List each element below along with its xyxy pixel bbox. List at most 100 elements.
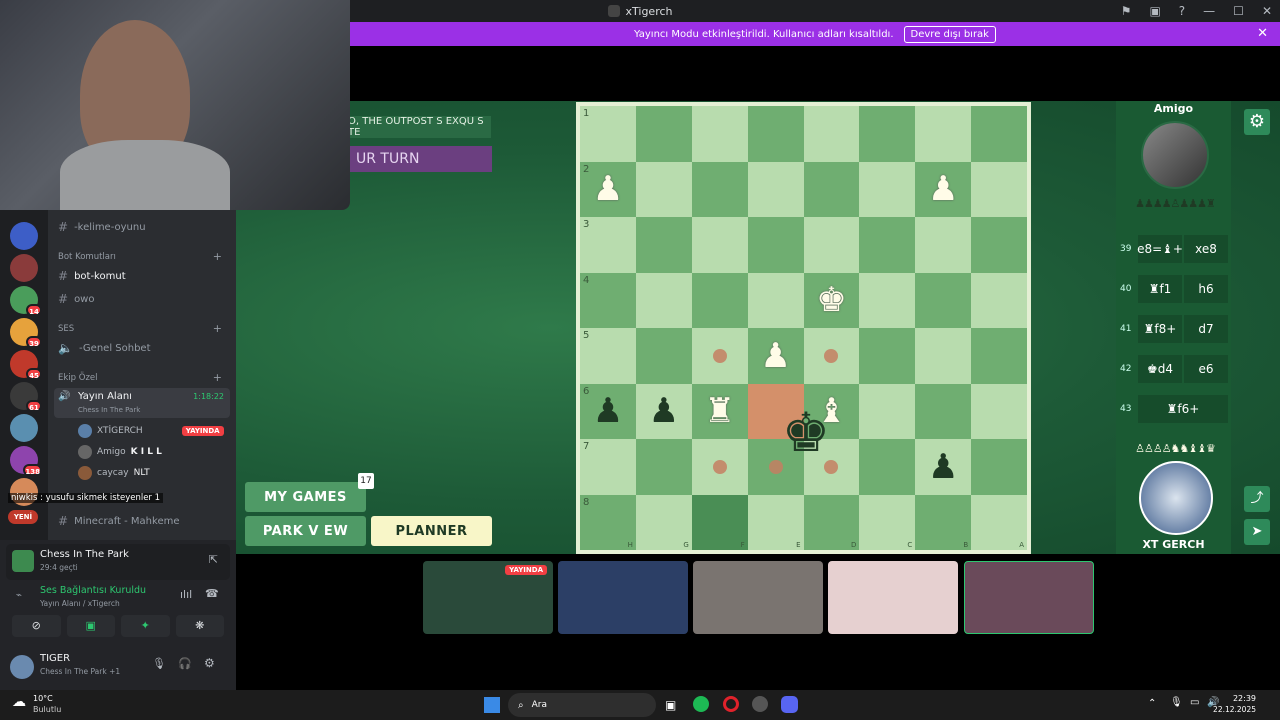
board-square[interactable] bbox=[859, 439, 916, 495]
board-square[interactable]: 6 ♟ bbox=[580, 383, 636, 439]
maximize-button[interactable]: ☐ bbox=[1233, 4, 1244, 18]
board-square[interactable]: ♜ bbox=[691, 383, 748, 439]
dragged-king-piece[interactable]: ♚ bbox=[776, 398, 836, 468]
board-square[interactable] bbox=[915, 328, 972, 384]
board-square[interactable] bbox=[635, 328, 692, 384]
board-square[interactable] bbox=[747, 106, 804, 162]
move-hint-dot[interactable] bbox=[712, 459, 727, 474]
server-icon[interactable]: 138 bbox=[10, 446, 42, 476]
board-square[interactable] bbox=[859, 106, 916, 162]
weather-icon[interactable]: ☁ bbox=[12, 694, 26, 710]
board-square[interactable] bbox=[971, 106, 1027, 162]
board-square[interactable] bbox=[971, 161, 1027, 217]
server-icon[interactable]: 39 bbox=[10, 318, 42, 348]
settings-gear-icon[interactable]: ⚙ bbox=[1244, 109, 1270, 135]
stream-tile[interactable] bbox=[693, 561, 823, 634]
spotify-icon[interactable] bbox=[693, 696, 709, 712]
planner-button[interactable]: PLANNER bbox=[371, 516, 492, 546]
channel-owo[interactable]: # owo bbox=[58, 292, 94, 306]
board-square[interactable]: 2 ♟ bbox=[580, 161, 636, 218]
flag-icon[interactable]: ⚑ bbox=[1121, 4, 1132, 18]
board-square[interactable] bbox=[635, 439, 692, 495]
stream-tile[interactable] bbox=[558, 561, 688, 634]
board-square[interactable] bbox=[635, 161, 692, 217]
board-square[interactable] bbox=[915, 383, 972, 439]
stream-tile[interactable] bbox=[964, 561, 1094, 634]
server-icon[interactable] bbox=[10, 222, 38, 250]
chess-piece[interactable]: ♟ bbox=[748, 328, 804, 384]
server-icon[interactable]: 45 bbox=[10, 350, 42, 380]
board-square[interactable] bbox=[915, 106, 972, 162]
server-icon[interactable] bbox=[10, 254, 38, 282]
stream-tile-live[interactable]: YAYINDA bbox=[423, 561, 553, 634]
board-square[interactable]: B bbox=[915, 494, 972, 550]
avatar[interactable] bbox=[10, 655, 34, 679]
soundboard-button[interactable]: ❋ bbox=[175, 615, 224, 637]
network-icon[interactable]: ▭ bbox=[1190, 697, 1199, 708]
board-square[interactable]: 1 bbox=[580, 106, 636, 162]
microphone-tray-icon[interactable]: 🎙 bbox=[1170, 697, 1183, 708]
chess-board[interactable]: 1 2 ♟ ♟ 3 4 ♚ 5 ♟ 6 ♟ ♟ ♜ ♝ 7 ♟ 8 H G F E D C B A ♚ bbox=[576, 102, 1031, 554]
windows-start-icon[interactable] bbox=[484, 697, 500, 713]
headphones-icon[interactable]: 🎧 bbox=[178, 657, 192, 670]
board-square[interactable] bbox=[635, 106, 692, 162]
board-square[interactable] bbox=[691, 439, 748, 495]
board-square[interactable]: ♟ bbox=[747, 328, 804, 384]
minimize-button[interactable]: — bbox=[1203, 4, 1215, 18]
voice-user[interactable]: XTİGERCH YAYINDA bbox=[78, 424, 224, 438]
send-icon[interactable]: ➤ bbox=[1244, 519, 1270, 545]
activity-rocket-icon[interactable]: ✦ bbox=[121, 615, 170, 637]
disable-streamer-mode-button[interactable]: Devre dışı bırak bbox=[903, 25, 996, 43]
category-ekip-ozel[interactable]: Ekip Özel bbox=[58, 373, 98, 383]
board-square[interactable] bbox=[859, 161, 916, 217]
inbox-icon[interactable]: ▣ bbox=[1149, 4, 1160, 18]
microphone-icon[interactable]: 🎙 bbox=[152, 657, 166, 670]
board-square[interactable] bbox=[971, 439, 1027, 495]
board-square[interactable] bbox=[803, 328, 860, 384]
board-square[interactable]: 8H bbox=[580, 494, 636, 550]
board-square[interactable]: ♟ bbox=[915, 161, 972, 218]
board-square[interactable]: 5 bbox=[580, 328, 636, 384]
steam-icon[interactable] bbox=[752, 696, 768, 712]
board-square[interactable] bbox=[971, 328, 1027, 384]
channel-kelime-oyunu[interactable]: # -kelime-oyunu bbox=[58, 220, 146, 234]
board-square[interactable]: E bbox=[747, 494, 804, 550]
activity-card[interactable]: Chess In The Park 29:4 geçti ⇱ bbox=[6, 544, 230, 580]
category-bot-komutlari[interactable]: Bot Komutları bbox=[58, 252, 116, 262]
board-square[interactable] bbox=[859, 217, 916, 273]
close-window-button[interactable]: ✕ bbox=[1262, 4, 1272, 18]
channel-minecraft-mahkeme[interactable]: # Minecraft - Mahkeme bbox=[58, 514, 180, 528]
chess-piece[interactable]: ♚ bbox=[804, 273, 860, 329]
chess-piece[interactable]: ♟ bbox=[915, 162, 971, 218]
server-icon[interactable] bbox=[10, 414, 38, 442]
board-square[interactable]: D bbox=[803, 494, 860, 550]
banner-close-icon[interactable]: ✕ bbox=[1257, 26, 1268, 41]
add-channel-icon[interactable]: + bbox=[213, 371, 222, 384]
board-square[interactable] bbox=[691, 106, 748, 162]
board-square[interactable] bbox=[635, 217, 692, 273]
chess-piece[interactable]: ♟ bbox=[580, 162, 636, 218]
chess-piece[interactable]: ♟ bbox=[915, 439, 971, 495]
board-square[interactable] bbox=[803, 161, 860, 217]
board-square[interactable] bbox=[691, 161, 748, 217]
board-square[interactable] bbox=[691, 272, 748, 328]
board-square[interactable] bbox=[635, 272, 692, 328]
board-square[interactable] bbox=[915, 272, 972, 328]
board-square[interactable]: 7 bbox=[580, 439, 636, 495]
help-icon[interactable]: ? bbox=[1179, 4, 1185, 18]
discord-icon[interactable] bbox=[781, 696, 798, 713]
board-square[interactable]: G bbox=[635, 494, 692, 550]
server-icon[interactable]: 61 bbox=[10, 382, 42, 412]
board-square[interactable] bbox=[691, 217, 748, 273]
voice-user[interactable]: caycay NLT bbox=[78, 466, 150, 480]
board-square[interactable] bbox=[971, 217, 1027, 273]
board-square[interactable]: ♟ bbox=[635, 383, 692, 439]
board-square[interactable] bbox=[915, 217, 972, 273]
board-square[interactable]: ♟ bbox=[915, 439, 972, 495]
move-hint-dot[interactable] bbox=[824, 348, 839, 363]
board-square[interactable] bbox=[691, 328, 748, 384]
board-square[interactable]: ♚ bbox=[803, 272, 860, 329]
voice-user[interactable]: Amigo K I L L bbox=[78, 445, 162, 459]
board-square[interactable] bbox=[859, 272, 916, 328]
board-square[interactable] bbox=[971, 383, 1027, 439]
